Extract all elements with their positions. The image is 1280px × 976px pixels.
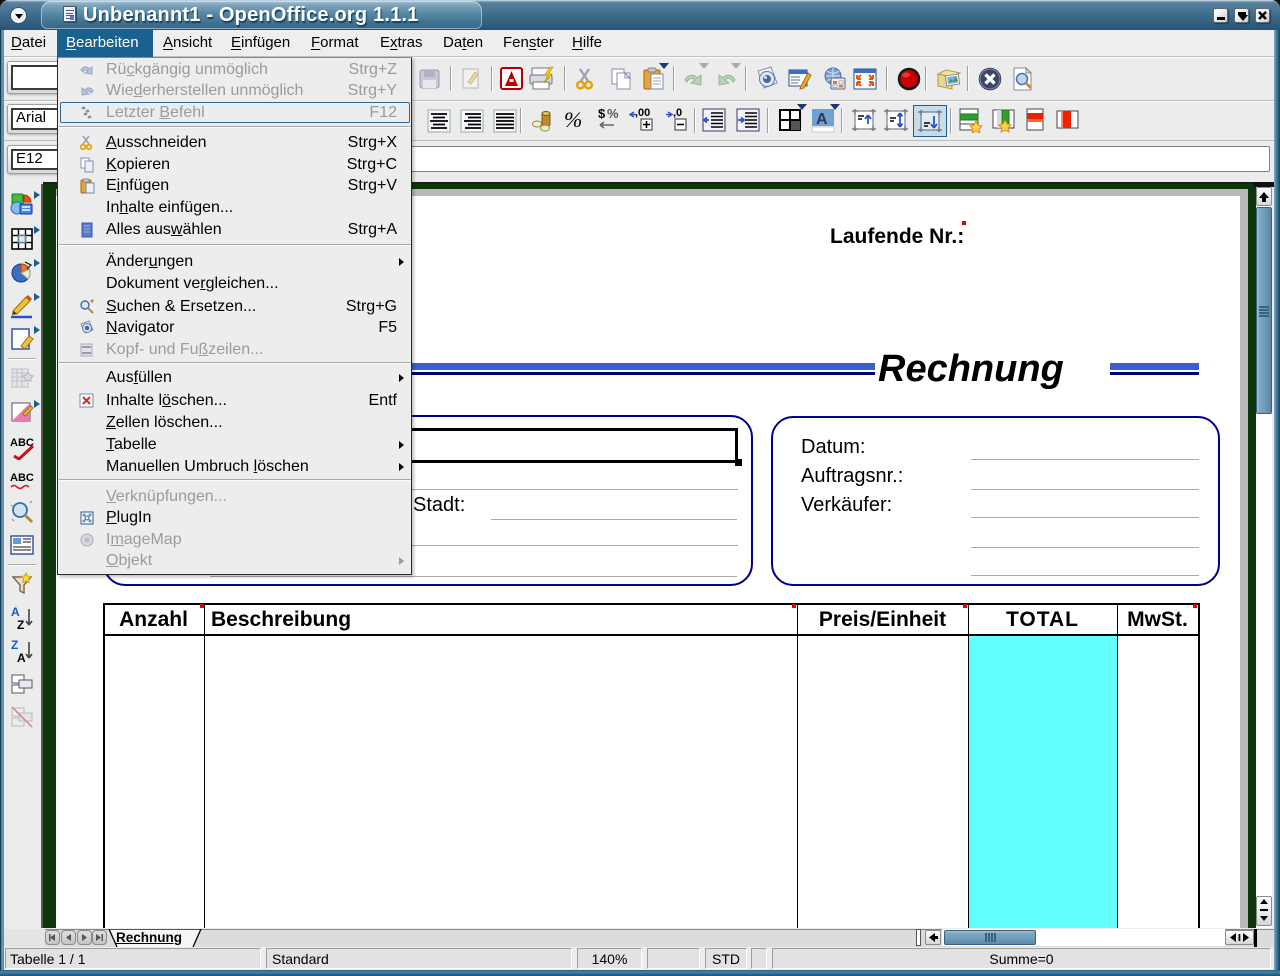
svg-text:A: A: [11, 605, 20, 619]
svg-text:%: %: [607, 106, 619, 121]
svg-text:Z: Z: [17, 618, 24, 631]
svg-text:$: $: [598, 106, 606, 121]
svg-text:,0: ,0: [673, 107, 682, 119]
svg-text:Z: Z: [11, 638, 18, 652]
svg-text:,00: ,00: [635, 107, 650, 119]
svg-text:ABC: ABC: [10, 472, 34, 484]
svg-text:A: A: [816, 111, 828, 128]
svg-text:A: A: [17, 651, 26, 664]
